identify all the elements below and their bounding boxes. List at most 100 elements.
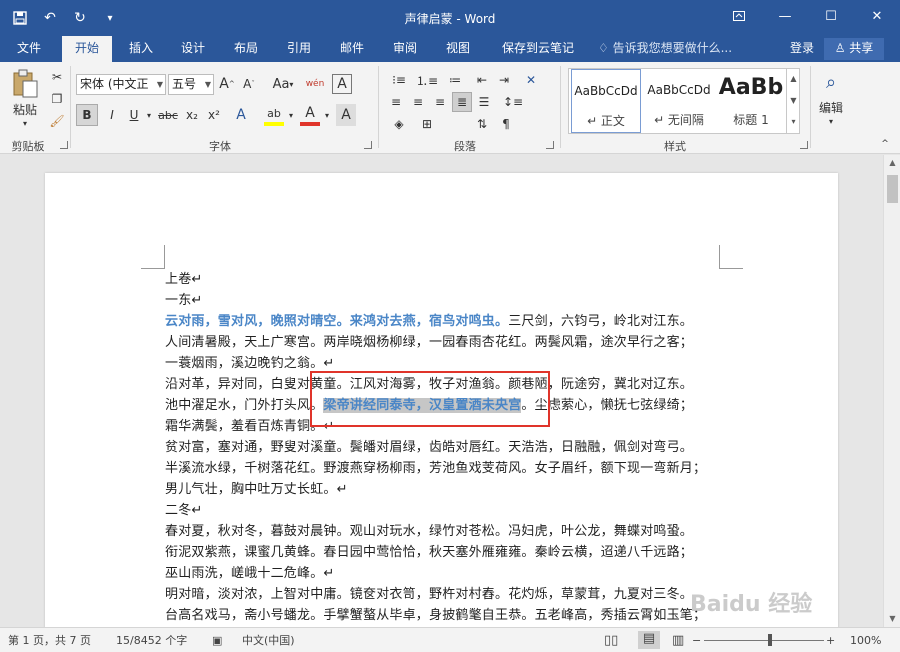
expand-gallery-icon[interactable]: ▾ <box>787 112 800 132</box>
tab-review[interactable]: 审阅 <box>380 36 430 62</box>
italic-button[interactable]: I <box>102 104 122 126</box>
scrollbar-thumb[interactable] <box>887 175 898 203</box>
web-layout-icon[interactable]: ▥ <box>672 633 684 648</box>
align-left-icon[interactable]: ≡ <box>386 92 406 112</box>
tab-save-cloud-notes[interactable]: 保存到云笔记 <box>490 36 586 62</box>
highlight-button[interactable]: ab <box>264 104 284 126</box>
text-line[interactable]: 上卷↵ <box>165 269 203 290</box>
tell-me-box[interactable]: ♢ 告诉我您想要做什么... <box>598 36 732 62</box>
text-line[interactable]: 人间清暑殿，天上广寒宫。两岸晓烟杨柳绿，一园春雨杏花红。两鬓风霜，途次早行之客； <box>165 332 693 353</box>
zoom-out-icon[interactable]: − <box>692 633 701 648</box>
styles-scroll[interactable]: ▲ ▼ ▾ <box>786 68 800 134</box>
close-icon[interactable]: ✕ <box>854 0 900 32</box>
tab-insert[interactable]: 插入 <box>116 36 166 62</box>
login-link[interactable]: 登录 <box>790 36 814 62</box>
chevron-up-icon[interactable]: ▲ <box>787 68 800 90</box>
sort-icon[interactable]: ⇅ <box>472 114 492 134</box>
word-count[interactable]: 15/8452 个字 <box>116 633 187 648</box>
tab-home[interactable]: 开始 <box>62 36 112 62</box>
scroll-up-icon[interactable]: ▲ <box>884 155 900 171</box>
zoom-slider-track[interactable] <box>704 640 824 641</box>
text-line[interactable]: 二冬↵ <box>165 500 203 521</box>
line-spacing-icon[interactable]: ↕≡ <box>500 92 526 112</box>
tab-references[interactable]: 引用 <box>274 36 324 62</box>
font-name-select[interactable]: 宋体 (中文正 ▼ <box>76 74 166 95</box>
minimize-icon[interactable]: — <box>762 0 808 32</box>
text-line[interactable]: 衔泥双紫燕，课蜜几黄蜂。春日园中莺恰恰，秋天塞外雁雍雍。秦岭云横，迢递八千远路； <box>165 542 693 563</box>
cut-icon[interactable]: ✂ <box>48 68 66 86</box>
language-indicator[interactable]: 中文(中国) <box>242 633 295 648</box>
text-line[interactable]: 一东↵ <box>165 290 203 311</box>
bold-button[interactable]: B <box>76 104 98 126</box>
show-marks-icon[interactable]: ¶ <box>496 114 516 134</box>
text-line[interactable]: 明对暗，淡对浓，上智对中庸。镜奁对衣笥，野杵对村舂。花灼烁，草蒙茸，九夏对三冬。 <box>165 584 693 605</box>
bullets-icon[interactable]: ⁝≡ <box>386 70 412 90</box>
font-color-dropdown-icon[interactable]: ▾ <box>322 104 332 126</box>
style-no-spacing[interactable]: AaBbCcDd ↵ 无间隔 <box>643 69 715 133</box>
text-line[interactable]: 台高名戏马，斋小号蟠龙。手擘蟹螯从毕卓，身披鹤氅自王恭。五老峰高，秀插云霄如玉笔… <box>165 605 706 626</box>
char-border-icon[interactable]: A <box>332 74 352 94</box>
underline-dropdown-icon[interactable]: ▾ <box>144 104 154 126</box>
superscript-button[interactable]: x² <box>204 104 224 126</box>
print-layout-icon[interactable]: ▤ <box>638 631 660 649</box>
align-center-icon[interactable]: ≡ <box>408 92 428 112</box>
text-line[interactable]: 男儿气壮，胸中吐万丈长虹。↵ <box>165 479 348 500</box>
numbering-icon[interactable]: ⒈≡ <box>414 70 440 90</box>
change-case-button[interactable]: Aa ▾ <box>268 74 298 94</box>
copy-icon[interactable]: ❐ <box>48 90 66 108</box>
paragraph-launcher-icon[interactable] <box>546 141 554 149</box>
collapse-ribbon-icon[interactable]: ^ <box>878 138 892 150</box>
text-line[interactable]: 巫山雨洗，嵯峨十二危峰。↵ <box>165 563 335 584</box>
share-button[interactable]: ♙ 共享 <box>824 38 884 60</box>
editing-dropdown-icon[interactable]: ▾ <box>826 116 836 126</box>
tab-view[interactable]: 视图 <box>433 36 483 62</box>
distributed-icon[interactable]: ☰ <box>474 92 494 112</box>
zoom-in-icon[interactable]: + <box>826 633 835 648</box>
text-line[interactable]: 半溪流水绿，千树落花红。野渡燕穿杨柳雨，芳池鱼戏芰荷风。女子眉纤，额下现一弯新月… <box>165 458 706 479</box>
vertical-scrollbar[interactable]: ▲ ▼ <box>883 155 900 627</box>
search-icon[interactable]: ⌕ <box>816 68 846 96</box>
font-launcher-icon[interactable] <box>364 141 372 149</box>
borders-icon[interactable]: ⊞ <box>414 114 440 134</box>
phonetic-guide-icon[interactable]: wén <box>304 72 326 96</box>
editing-label[interactable]: 编辑 <box>812 98 850 116</box>
chinese-layout-icon[interactable]: ✕ <box>520 70 542 90</box>
grow-font-icon[interactable]: A ^ <box>218 74 236 94</box>
text-line[interactable]: 贫对富，塞对通，野叟对溪童。鬓皤对眉绿，齿皓对唇红。天浩浩，日融融，佩剑对弯弓。 <box>165 437 693 458</box>
paste-label[interactable]: 粘贴 <box>8 100 42 118</box>
tab-layout[interactable]: 布局 <box>221 36 271 62</box>
format-painter-icon[interactable]: 🖌 <box>48 112 66 130</box>
underline-button[interactable]: U <box>124 104 144 126</box>
shrink-font-icon[interactable]: Aˇ <box>240 74 258 94</box>
style-normal[interactable]: AaBbCcDd ↵ 正文 <box>571 69 641 133</box>
read-mode-icon[interactable]: ▯▯ <box>604 633 618 648</box>
chevron-down-icon[interactable]: ▼ <box>787 90 800 112</box>
scroll-down-icon[interactable]: ▼ <box>884 611 900 627</box>
maximize-icon[interactable]: ☐ <box>808 0 854 32</box>
char-shading-button[interactable]: A <box>336 104 356 126</box>
text-line[interactable]: 春对夏，秋对冬，暮鼓对晨钟。观山对玩水，绿竹对苍松。冯妇虎，叶公龙，舞蝶对鸣蛩。 <box>165 521 693 542</box>
strikethrough-button[interactable]: abc <box>156 104 180 126</box>
paste-dropdown-icon[interactable]: ▾ <box>20 118 30 128</box>
subscript-button[interactable]: x₂ <box>182 104 202 126</box>
justify-icon[interactable]: ≣ <box>452 92 472 112</box>
font-color-button[interactable]: A <box>300 104 320 126</box>
ribbon-display-icon[interactable] <box>716 0 762 32</box>
font-size-select[interactable]: 五号 ▼ <box>168 74 214 95</box>
multilevel-list-icon[interactable]: ≔ <box>442 70 468 90</box>
shading-icon[interactable]: ◈ <box>386 114 412 134</box>
tab-mailings[interactable]: 邮件 <box>327 36 377 62</box>
decrease-indent-icon[interactable]: ⇤ <box>472 70 492 90</box>
tab-design[interactable]: 设计 <box>168 36 218 62</box>
zoom-slider-thumb[interactable] <box>768 634 772 646</box>
increase-indent-icon[interactable]: ⇥ <box>494 70 514 90</box>
clipboard-launcher-icon[interactable] <box>60 141 68 149</box>
tab-file[interactable]: 文件 <box>4 36 54 62</box>
style-heading-1[interactable]: AaBb 标题 1 <box>717 69 785 133</box>
clipboard-paste-icon[interactable] <box>8 68 42 100</box>
page-count[interactable]: 第 1 页，共 7 页 <box>8 633 91 648</box>
highlight-dropdown-icon[interactable]: ▾ <box>286 104 296 126</box>
styles-launcher-icon[interactable] <box>800 141 808 149</box>
zoom-level[interactable]: 100% <box>850 633 881 648</box>
proofing-icon[interactable]: ▣ <box>212 633 222 648</box>
